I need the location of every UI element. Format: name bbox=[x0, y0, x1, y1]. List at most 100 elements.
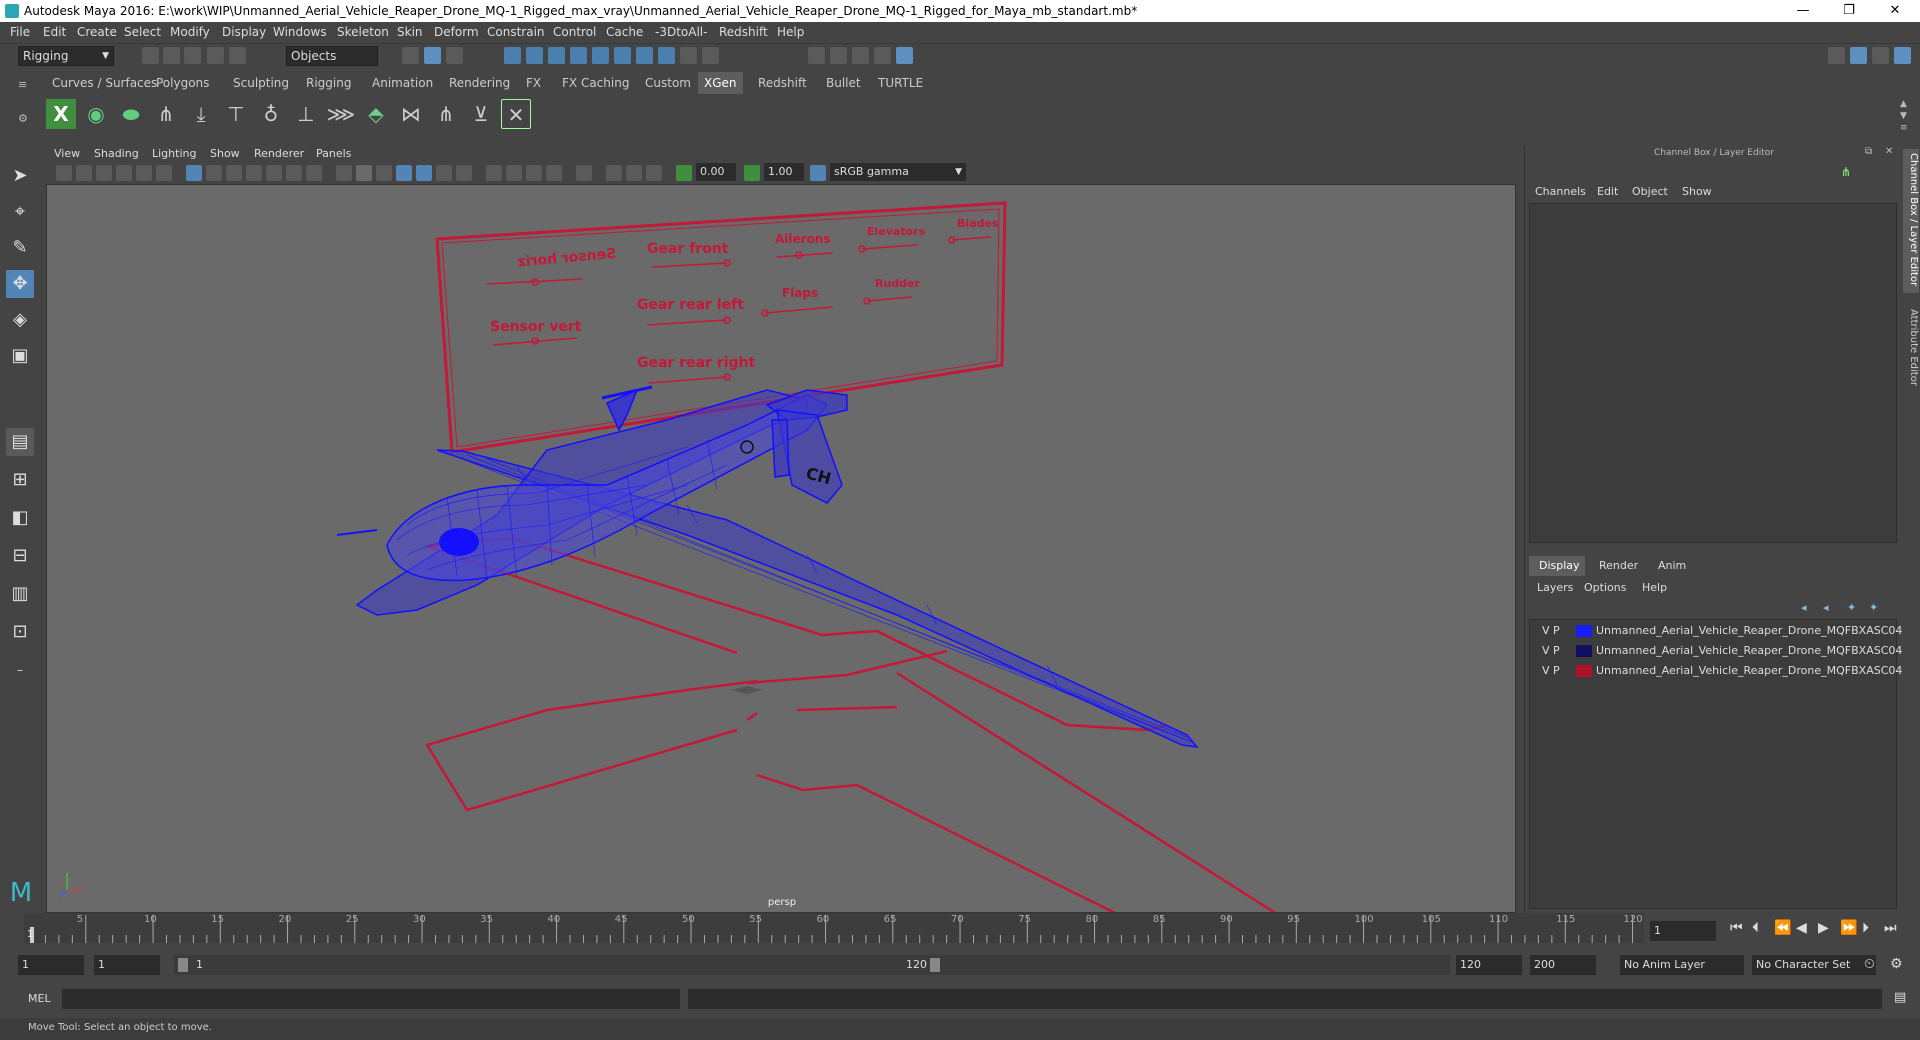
tab-turtle[interactable]: TURTLE bbox=[872, 72, 929, 94]
tab-custom[interactable]: Custom bbox=[639, 72, 697, 94]
layer-visibility-toggle[interactable]: V P bbox=[1542, 624, 1560, 637]
select-camera-icon[interactable] bbox=[56, 165, 72, 181]
outliner-layout-icon[interactable]: ⊡ bbox=[6, 618, 34, 646]
attribute-editor-toggle-icon[interactable] bbox=[1850, 47, 1867, 64]
command-input[interactable] bbox=[62, 989, 680, 1009]
tab-xgen[interactable]: XGen bbox=[698, 72, 743, 94]
tab-fx[interactable]: FX bbox=[520, 72, 547, 94]
smooth-shade-icon[interactable] bbox=[356, 165, 372, 181]
menu-modify[interactable]: Modify bbox=[170, 25, 210, 39]
shelf-menu-icon[interactable]: ≡ bbox=[18, 78, 34, 92]
render-frame-icon[interactable] bbox=[830, 47, 847, 64]
menu-set-dropdown[interactable]: Rigging ▼ bbox=[18, 46, 114, 66]
menu-redshift[interactable]: Redshift bbox=[719, 25, 768, 39]
playback-start-field[interactable]: 1 bbox=[94, 955, 160, 975]
auto-key-icon[interactable]: ⏲ bbox=[1864, 956, 1875, 972]
safe-action-icon[interactable] bbox=[286, 165, 302, 181]
tab-render-layers[interactable]: Render bbox=[1599, 559, 1638, 572]
vp-menu-shading[interactable]: Shading bbox=[94, 147, 139, 160]
exposure-icon[interactable] bbox=[676, 165, 692, 181]
step-back-key-icon[interactable]: ⏪ bbox=[1774, 920, 1791, 936]
vp-menu-renderer[interactable]: Renderer bbox=[254, 147, 304, 160]
layer-visibility-toggle[interactable]: V P bbox=[1542, 644, 1560, 657]
tab-display-layers[interactable]: Display bbox=[1539, 559, 1580, 572]
output-ops-icon[interactable] bbox=[702, 47, 719, 64]
xgen-sculpt-guide-icon[interactable]: ⤓ bbox=[186, 99, 216, 129]
select-hierarchy-icon[interactable] bbox=[402, 47, 419, 64]
xgen-bend-icon[interactable]: ⋙ bbox=[326, 99, 356, 129]
selection-mode-dropdown[interactable]: Objects bbox=[286, 46, 378, 66]
new-scene-icon[interactable] bbox=[142, 47, 159, 64]
layer-visibility-toggle[interactable]: V P bbox=[1542, 664, 1560, 677]
layer-color-swatch[interactable] bbox=[1576, 665, 1592, 677]
tab-sculpting[interactable]: Sculpting bbox=[227, 72, 295, 94]
range-slider[interactable]: 1 120 bbox=[174, 955, 944, 975]
menu-control[interactable]: Control bbox=[553, 25, 596, 39]
go-to-end-icon[interactable]: ⏭ bbox=[1884, 920, 1897, 936]
menu-3dtoall[interactable]: -3DtoAll- bbox=[655, 25, 707, 39]
xray-icon[interactable] bbox=[416, 165, 432, 181]
render-view-icon[interactable] bbox=[808, 47, 825, 64]
select-component-icon[interactable] bbox=[446, 47, 463, 64]
lasso-tool-icon[interactable]: ⌖ bbox=[6, 198, 34, 226]
input-ops-icon[interactable] bbox=[658, 47, 675, 64]
go-to-start-icon[interactable]: ⏮ bbox=[1730, 920, 1743, 936]
menu-select[interactable]: Select bbox=[124, 25, 161, 39]
camera-attributes-icon[interactable] bbox=[76, 165, 92, 181]
tab-rendering[interactable]: Rendering bbox=[443, 72, 516, 94]
menu-skin[interactable]: Skin bbox=[397, 25, 423, 39]
menu-deform[interactable]: Deform bbox=[434, 25, 479, 39]
range-end-handle[interactable] bbox=[930, 958, 940, 972]
channels-menu[interactable]: Channels bbox=[1535, 185, 1586, 198]
close-panel-icon[interactable]: ✕ bbox=[1885, 146, 1893, 157]
tab-rigging[interactable]: Rigging bbox=[300, 72, 357, 94]
xgen-noise-icon[interactable]: ⋔ bbox=[431, 99, 461, 129]
close-button[interactable]: ✕ bbox=[1872, 0, 1918, 22]
layer-color-swatch[interactable] bbox=[1576, 625, 1592, 637]
perspective-viewport[interactable]: Sensor horiz Sensor vert Gear front Gear… bbox=[46, 184, 1516, 913]
help-menu[interactable]: Help bbox=[1642, 581, 1667, 594]
options-menu[interactable]: Options bbox=[1584, 581, 1626, 594]
step-forward-key-icon[interactable]: ⏩ bbox=[1840, 920, 1857, 936]
exposure-field[interactable]: 0.00 bbox=[696, 163, 736, 181]
gamma-icon[interactable] bbox=[744, 165, 760, 181]
range-start-handle[interactable] bbox=[178, 958, 188, 972]
hypershade-layout-icon[interactable]: ▥ bbox=[6, 580, 34, 608]
layers-menu[interactable]: Layers bbox=[1537, 581, 1573, 594]
tab-attribute-editor[interactable]: Attribute Editor bbox=[1903, 305, 1919, 405]
menu-cache[interactable]: Cache bbox=[606, 25, 643, 39]
bookmark-icon[interactable] bbox=[96, 165, 112, 181]
render-settings-icon[interactable] bbox=[874, 47, 891, 64]
xgen-cut-icon[interactable]: ⊻ bbox=[466, 99, 496, 129]
shelf-scroll-icon[interactable]: ▲ ▼ ≡ bbox=[1900, 98, 1910, 134]
rotate-tool-icon[interactable]: ◈ bbox=[6, 306, 34, 334]
new-empty-layer-icon[interactable]: ✦ bbox=[1847, 601, 1856, 614]
tab-channel-box-layer-editor[interactable]: Channel Box / Layer Editor bbox=[1903, 149, 1919, 293]
safe-title-icon[interactable] bbox=[306, 165, 322, 181]
channel-box-options-icon[interactable]: ⋔ bbox=[1841, 165, 1851, 179]
snap-live-icon[interactable] bbox=[592, 47, 609, 64]
play-backwards-icon[interactable]: ◀ bbox=[1796, 920, 1807, 936]
command-language-label[interactable]: MEL bbox=[28, 992, 51, 1005]
step-forward-frame-icon[interactable]: ⏵ bbox=[1862, 920, 1869, 936]
minimize-button[interactable]: — bbox=[1780, 0, 1826, 22]
tab-redshift[interactable]: Redshift bbox=[752, 72, 813, 94]
play-forwards-icon[interactable]: ▶ bbox=[1818, 920, 1829, 936]
tab-fx-caching[interactable]: FX Caching bbox=[556, 72, 635, 94]
current-frame-field[interactable]: 1 bbox=[1650, 921, 1716, 941]
character-set-dropdown[interactable]: No Character Set bbox=[1752, 955, 1876, 975]
vp-menu-view[interactable]: View bbox=[54, 147, 80, 160]
object-menu[interactable]: Object bbox=[1632, 185, 1668, 198]
step-back-frame-icon[interactable]: ⏴ bbox=[1752, 920, 1759, 936]
time-slider[interactable]: 1 5 10 15 20 25 30 35 40 45 50 55 60 65 70 75 80 85 90 95 1… bbox=[0, 913, 1920, 945]
tab-bullet[interactable]: Bullet bbox=[820, 72, 867, 94]
depth-of-field-icon[interactable] bbox=[546, 165, 562, 181]
layer-color-swatch[interactable] bbox=[1576, 645, 1592, 657]
menu-constrain[interactable]: Constrain bbox=[487, 25, 545, 39]
tab-curves-surfaces[interactable]: Curves / Surfaces bbox=[46, 72, 163, 94]
menu-edit[interactable]: Edit bbox=[43, 25, 66, 39]
layer-row[interactable]: V P Unmanned_Aerial_Vehicle_Reaper_Drone… bbox=[1540, 622, 1909, 640]
layer-row[interactable]: V P Unmanned_Aerial_Vehicle_Reaper_Drone… bbox=[1540, 642, 1909, 660]
persp-graph-layout-icon[interactable]: ⊟ bbox=[6, 542, 34, 570]
move-layer-down-icon[interactable]: ◂ bbox=[1823, 601, 1829, 614]
